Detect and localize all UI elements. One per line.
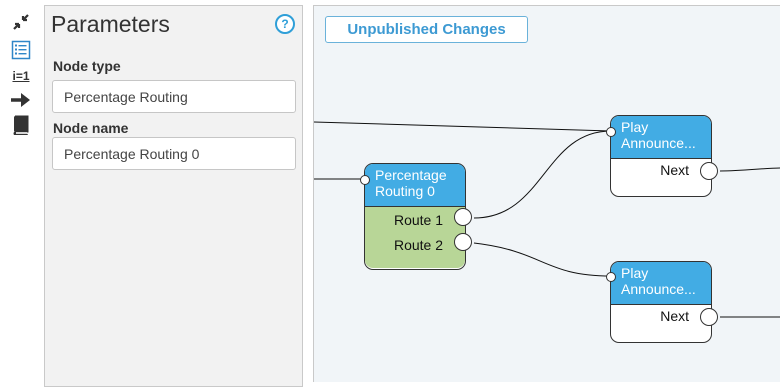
node-title-line1: Play <box>621 119 649 135</box>
wire-route2-play2 <box>473 242 612 277</box>
input-port[interactable] <box>606 127 616 137</box>
node-body: Next <box>611 305 711 342</box>
next-port[interactable] <box>700 308 718 326</box>
collapse-icon[interactable] <box>10 12 32 32</box>
node-header: Percentage Routing 0 <box>365 164 465 207</box>
input-port[interactable] <box>606 272 616 282</box>
percentage-routing-node[interactable]: Percentage Routing 0 Route 1 Route 2 <box>360 163 472 270</box>
next-port[interactable] <box>700 162 718 180</box>
wire-play1-next-out <box>719 167 780 172</box>
node-name-field[interactable] <box>52 137 296 170</box>
list-icon[interactable] <box>10 40 32 60</box>
next-label: Next <box>660 308 689 324</box>
route-2-port[interactable] <box>454 233 472 251</box>
input-port[interactable] <box>360 175 370 185</box>
book-icon[interactable] <box>10 115 32 135</box>
node-title-line2: Announce... <box>621 281 696 297</box>
wire-incoming-play1 <box>314 121 612 132</box>
node-header: Play Announce... <box>611 116 711 159</box>
node-header: Play Announce... <box>611 262 711 305</box>
node-title-line1: Play <box>621 265 649 281</box>
node-body: Next <box>611 159 711 196</box>
tool-strip: i=1 <box>0 0 44 382</box>
parameters-panel: Parameters ? Node type Node name <box>44 5 303 387</box>
play-announcement-node-1[interactable]: Play Announce... Next <box>606 115 718 197</box>
wire-route1-play1 <box>473 130 612 219</box>
node-body: Route 1 Route 2 <box>365 207 465 268</box>
help-icon[interactable]: ? <box>275 14 295 34</box>
node-type-field[interactable] <box>52 80 296 113</box>
panel-title: Parameters <box>51 11 170 37</box>
node-type-label: Node type <box>53 58 121 74</box>
arrow-right-icon[interactable] <box>10 90 32 110</box>
route-2-label: Route 2 <box>393 237 443 253</box>
play-announcement-node-2[interactable]: Play Announce... Next <box>606 261 718 343</box>
route-1-port[interactable] <box>454 208 472 226</box>
variable-icon[interactable]: i=1 <box>10 66 32 86</box>
route-1-label: Route 1 <box>393 212 443 228</box>
flow-canvas[interactable]: Unpublished Changes Percentage Routing 0… <box>313 5 780 382</box>
variable-icon-label: i=1 <box>12 69 30 83</box>
node-title-line1: Percentage <box>375 167 447 183</box>
next-label: Next <box>660 162 689 178</box>
node-title-line2: Announce... <box>621 135 696 151</box>
node-name-label: Node name <box>53 120 129 136</box>
node-title-line2: Routing 0 <box>375 183 435 199</box>
